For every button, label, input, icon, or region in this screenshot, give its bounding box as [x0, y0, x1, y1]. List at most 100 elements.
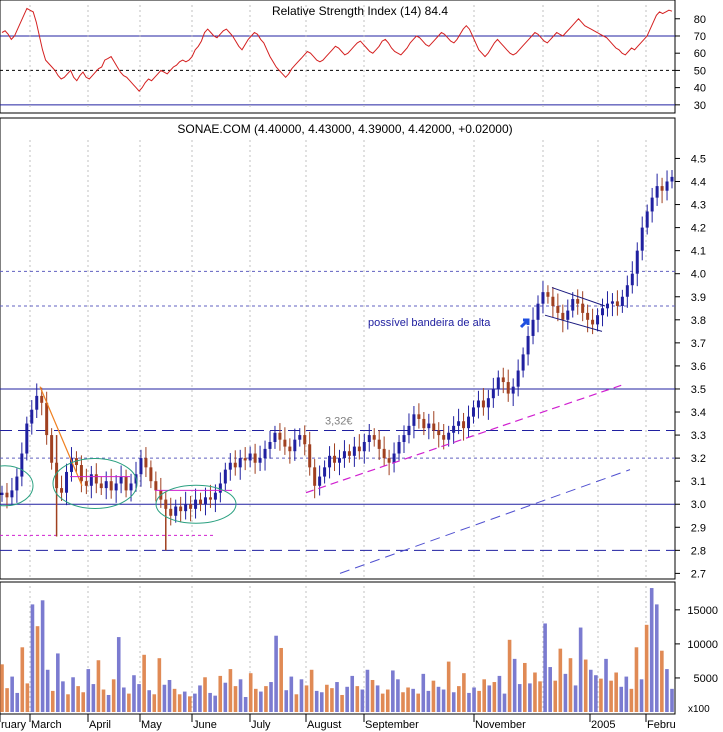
volume-bar — [654, 604, 659, 712]
volume-bar — [137, 684, 141, 712]
volume-bar — [132, 675, 136, 712]
price-candle-body — [218, 483, 222, 493]
price-tick-label: 4.1 — [691, 246, 706, 258]
volume-bar — [152, 694, 157, 712]
volume-bar — [284, 690, 289, 712]
volume-bar — [96, 660, 101, 712]
volume-bar — [213, 695, 217, 712]
price-candle-body — [154, 481, 158, 491]
volume-bar — [477, 690, 481, 712]
rsi-title: Relative Strength Index (14) 84.4 — [272, 4, 448, 18]
price-panel-frame — [0, 117, 676, 580]
price-candle-body — [630, 273, 634, 286]
price-candle-body — [139, 458, 143, 475]
volume-bar — [507, 639, 512, 712]
volume-bar — [578, 627, 583, 712]
volume-bar — [365, 669, 370, 712]
volume-bar — [335, 682, 339, 712]
price-candle-body — [620, 296, 624, 306]
volume-bar — [325, 684, 329, 712]
volume-bar — [188, 696, 192, 712]
rsi-tick-label: 50 — [694, 65, 706, 77]
x-axis-month-label: July — [251, 719, 271, 731]
volume-bar — [411, 688, 415, 712]
volume-bar — [218, 675, 223, 712]
price-candle-body — [263, 448, 267, 459]
volume-bar — [228, 669, 233, 712]
volume-bar — [203, 677, 207, 712]
price-candle-body — [476, 400, 480, 408]
price-candle-body — [208, 497, 212, 500]
volume-bar — [116, 637, 121, 712]
price-tick-label: 4.3 — [691, 200, 706, 212]
volume-bar — [360, 689, 365, 712]
x-axis-month-label: April — [89, 719, 111, 731]
volume-bar — [573, 685, 578, 712]
volume-bar — [223, 682, 228, 712]
price-candle-body — [526, 335, 530, 355]
rsi-tick-label: 30 — [694, 100, 706, 112]
price-candle-body — [25, 423, 29, 454]
price-candle-body — [179, 506, 183, 512]
price-candle-body — [278, 432, 282, 440]
price-candle-body — [109, 481, 113, 491]
volume-bar — [502, 693, 507, 712]
volume-bar — [106, 694, 111, 712]
volume-bar — [528, 683, 532, 712]
volume-bar — [319, 692, 324, 712]
volume-bar — [416, 693, 421, 712]
price-candle-body — [605, 303, 609, 309]
price-candle-body — [397, 441, 401, 454]
volume-bar — [624, 676, 629, 712]
volume-bar — [238, 679, 243, 712]
price-candle-body — [486, 398, 490, 408]
price-candle-body — [94, 474, 98, 484]
volume-bar — [253, 688, 258, 712]
price-candle-body — [228, 462, 232, 470]
volume-bar — [609, 680, 613, 712]
volume-bar — [375, 685, 380, 712]
price-candle-body — [372, 435, 376, 440]
volume-bar — [533, 672, 537, 712]
volume-bar — [660, 650, 664, 712]
volume-bar — [396, 679, 400, 712]
price-candle-body — [556, 305, 560, 313]
price-candle-body — [298, 435, 302, 440]
volume-bar — [40, 600, 45, 712]
volume-bar — [451, 692, 456, 712]
price-candle-body — [660, 186, 664, 191]
price-candle-body — [30, 409, 34, 424]
price-candle-body — [119, 476, 123, 484]
price-candle-body — [586, 312, 590, 320]
price-candle-body — [104, 481, 108, 489]
price-tick-label: 4.5 — [691, 153, 706, 165]
volume-bar — [670, 688, 674, 712]
price-candle-body — [506, 382, 510, 394]
price-candle-body — [50, 435, 54, 463]
price-candle-body — [328, 455, 332, 468]
price-candle-body — [114, 483, 118, 491]
volume-bar — [198, 685, 202, 712]
price-candle-body — [308, 444, 312, 468]
volume-bar — [538, 681, 542, 712]
volume-bar — [299, 679, 304, 712]
price-candle-body — [407, 425, 411, 436]
price-candle-body — [437, 430, 441, 436]
price-candle-body — [223, 469, 227, 484]
price-candle-body — [392, 453, 396, 463]
price-candle-body — [129, 483, 133, 491]
price-candle-body — [516, 370, 520, 387]
price-candle-body — [84, 481, 88, 486]
price-candle-body — [551, 296, 555, 306]
price-candle-body — [258, 458, 262, 463]
volume-bar — [81, 692, 86, 712]
price-tick-label: 2.8 — [691, 545, 706, 557]
volume-bar — [639, 679, 644, 712]
price-tick-label: 3.7 — [691, 338, 706, 350]
price-candle-body — [194, 499, 198, 509]
volume-bar — [614, 672, 618, 712]
x-axis-month-label: September — [365, 719, 419, 731]
x-axis-month-label: November — [475, 719, 526, 731]
volume-bar — [406, 687, 410, 712]
price-tick-label: 4.2 — [691, 223, 706, 235]
